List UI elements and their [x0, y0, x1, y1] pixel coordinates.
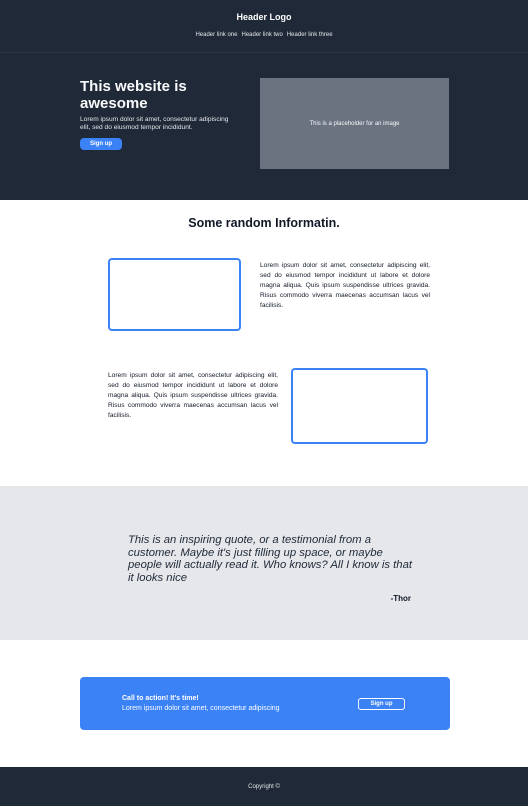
- header-divider: [0, 52, 528, 53]
- header-link-three[interactable]: Header link three: [287, 32, 333, 38]
- hero-signup-button[interactable]: Sign up: [80, 138, 122, 150]
- cta-description: Lorem ipsum dolor sit amet, consectetur …: [122, 705, 280, 712]
- info-text-2: Lorem ipsum dolor sit amet, consectetur …: [108, 372, 278, 419]
- hero-text: This website is awesome Lorem ipsum dolo…: [80, 78, 240, 150]
- cta-title: Call to action! It's time!: [122, 695, 199, 702]
- hero-description: Lorem ipsum dolor sit amet, consectetur …: [80, 116, 229, 131]
- info-image-box-1: [108, 258, 241, 331]
- hero-image-placeholder: This is a placeholder for an image: [260, 78, 449, 169]
- header-link-one[interactable]: Header link one: [195, 32, 237, 38]
- header: Header Logo Header link one Header link …: [0, 0, 528, 200]
- cta-signup-button[interactable]: Sign up: [358, 698, 405, 710]
- hero-image-placeholder-text: This is a placeholder for an image: [309, 120, 400, 127]
- header-link-two[interactable]: Header link two: [241, 32, 282, 38]
- quote-section: This is an inspiring quote, or a testimo…: [0, 486, 528, 640]
- info-image-box-2: [291, 368, 428, 444]
- quote-author: -Thor: [390, 594, 411, 603]
- footer-copyright: Copyright ©: [248, 783, 280, 790]
- info-title: Some random Informatin.: [188, 216, 340, 230]
- hero-title: This website is awesome: [80, 78, 187, 112]
- header-nav: Header link one Header link two Header l…: [0, 32, 528, 38]
- quote-text: This is an inspiring quote, or a testimo…: [128, 534, 413, 584]
- info-text-1: Lorem ipsum dolor sit amet, consectetur …: [260, 262, 430, 309]
- call-to-action-banner: Call to action! It's time! Lorem ipsum d…: [80, 677, 450, 730]
- header-logo[interactable]: Header Logo: [0, 12, 528, 22]
- footer: Copyright ©: [0, 767, 528, 806]
